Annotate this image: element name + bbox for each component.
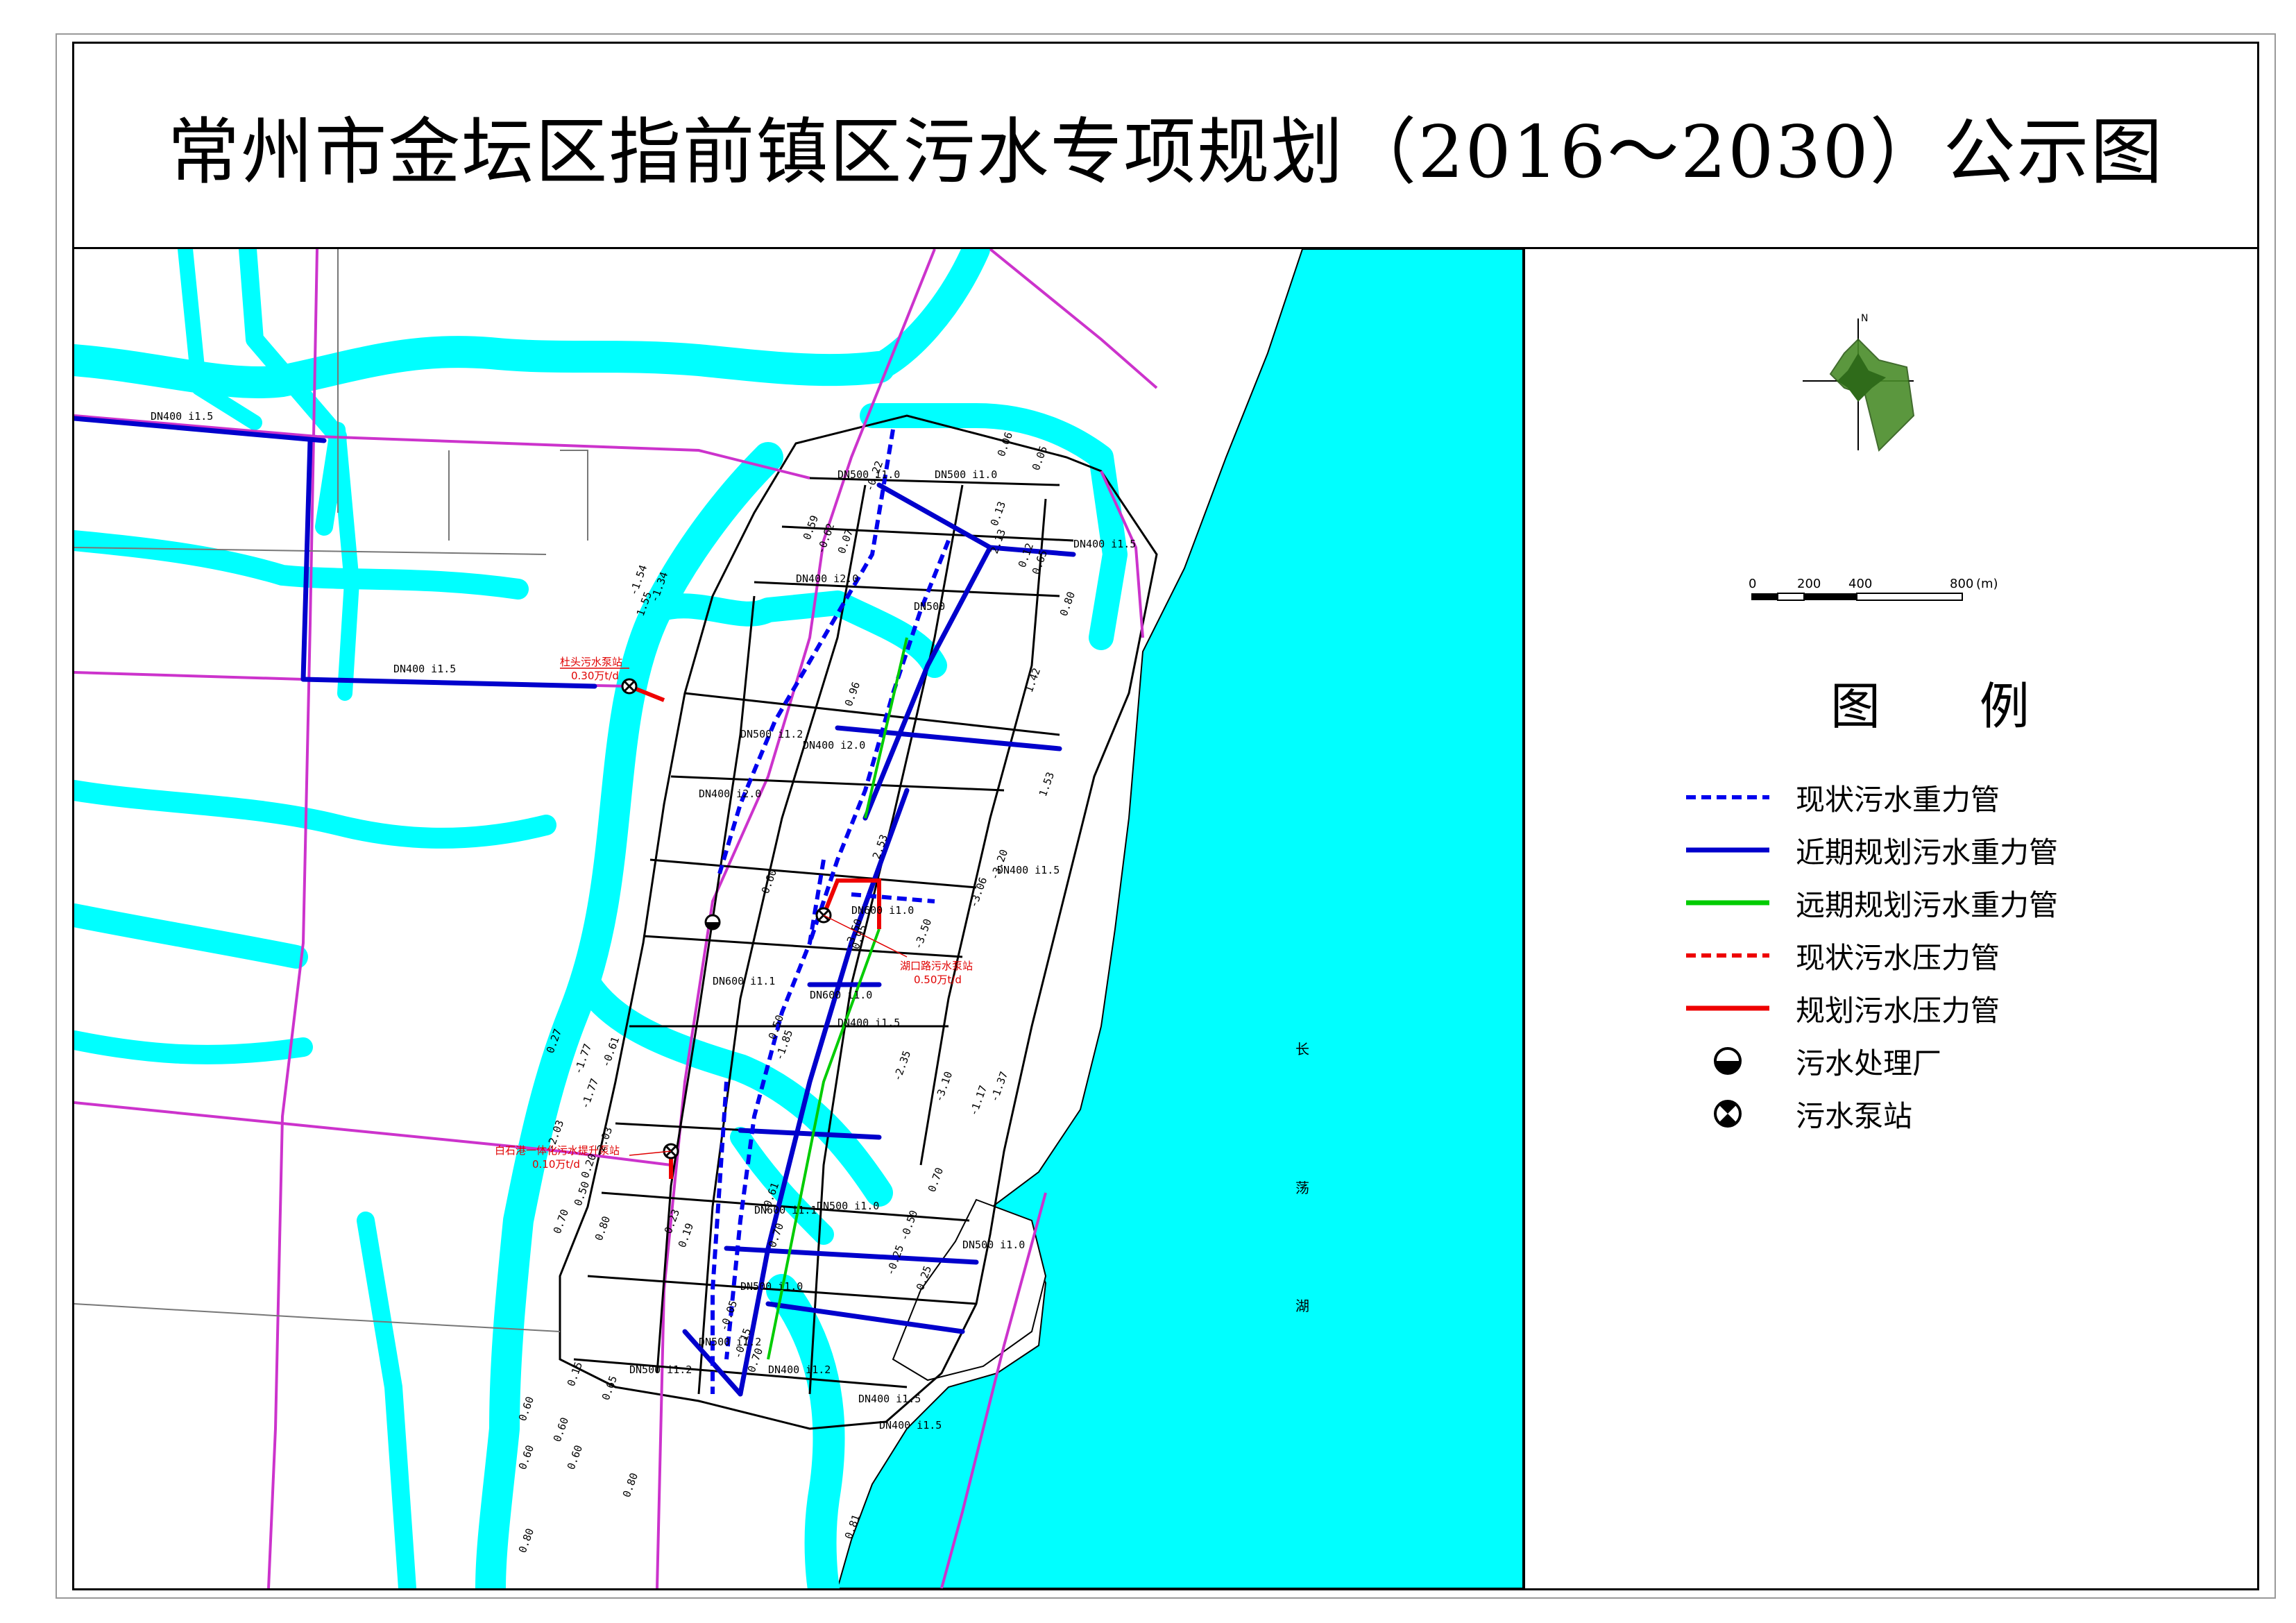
svg-text:DN500 i1.0: DN500 i1.0 [740, 1280, 803, 1293]
legend-label: 规划污水压力管 [1796, 993, 2000, 1028]
svg-text:湖: 湖 [1295, 1298, 1309, 1314]
svg-text:DN400 i1.5: DN400 i1.5 [879, 1419, 942, 1431]
map-area[interactable]: 杜头污水泵站 0.30万t/d 湖口路污水泵站 0.50万t/d 白石港一体化污… [74, 249, 1523, 1588]
svg-text:200: 200 [1797, 577, 1821, 591]
elevation-label: -0.62 [815, 522, 837, 556]
elevation-label: -0.50 [898, 1209, 920, 1243]
green-solid-line-icon [1686, 900, 1769, 906]
red-solid-line-icon [1686, 1005, 1769, 1011]
svg-text:N: N [1861, 313, 1868, 324]
elevation-label: 0.19 [676, 1221, 696, 1249]
elevation-label: 0.60 [516, 1443, 536, 1471]
svg-text:DN500 i1.0: DN500 i1.0 [962, 1239, 1025, 1251]
pump-station-dutou[interactable] [621, 678, 638, 695]
elevation-label: 0.80 [1057, 590, 1078, 618]
svg-text:DN500 i1.2: DN500 i1.2 [699, 1336, 761, 1348]
elevation-label: 1.42 [1023, 666, 1043, 694]
svg-text:DN400 i2.0: DN400 i2.0 [803, 739, 865, 751]
svg-text:DN500 i1.0: DN500 i1.0 [817, 1200, 879, 1212]
blue-solid-line-icon [1686, 847, 1769, 853]
treatment-plant-icon [1714, 1047, 1742, 1075]
svg-text:长: 长 [1295, 1041, 1309, 1057]
elevation-label: 0.13 [988, 500, 1008, 527]
legend-item-pump-station: 污水泵站 [1686, 1093, 1912, 1135]
map-canvas[interactable]: 杜头污水泵站 0.30万t/d 湖口路污水泵站 0.50万t/d 白石港一体化污… [74, 249, 1523, 1588]
legend-label: 污水泵站 [1796, 1098, 1913, 1133]
svg-text:DN400 i1.5: DN400 i1.5 [151, 410, 213, 423]
elevation-label: 0.70 [766, 1221, 786, 1249]
legend-item-near-gravity: 近期规划污水重力管 [1686, 829, 2058, 871]
elevation-label: 0.80 [620, 1471, 640, 1499]
svg-text:0.30万t/d: 0.30万t/d [571, 670, 619, 682]
svg-text:DN400 i1.5: DN400 i1.5 [997, 864, 1060, 876]
svg-text:DN500 i1.2: DN500 i1.2 [740, 728, 803, 740]
svg-text:DN600 i1.0: DN600 i1.0 [851, 904, 914, 917]
elevation-label: -1.77 [579, 1077, 601, 1111]
svg-text:DN600 i1.0: DN600 i1.0 [810, 989, 872, 1001]
svg-text:DN600 i1.1: DN600 i1.1 [713, 975, 775, 987]
elevation-label: -2.35 [891, 1049, 913, 1083]
station-label-hukou: 湖口路污水泵站 0.50万t/d [823, 915, 973, 986]
svg-text:DN400 i1.5: DN400 i1.5 [1073, 538, 1136, 550]
svg-text:DN500 i1.2: DN500 i1.2 [629, 1363, 692, 1376]
elevation-label: 0.96 [842, 680, 862, 708]
legend-item-far-gravity: 远期规划污水重力管 [1686, 882, 2058, 924]
svg-text:400: 400 [1848, 577, 1872, 591]
svg-text:DN400 i1.2: DN400 i1.2 [768, 1363, 831, 1376]
svg-text:DN400 i2.0: DN400 i2.0 [699, 788, 761, 800]
elevation-label: -3.50 [912, 917, 934, 951]
elevation-label: 0.60 [759, 867, 779, 895]
legend-label: 现状污水压力管 [1796, 940, 2000, 975]
svg-text:0: 0 [1749, 577, 1756, 591]
blue-dashed-line-icon [1686, 795, 1769, 799]
svg-text:0.50万t/d: 0.50万t/d [914, 974, 962, 986]
svg-text:DN400 i2.0: DN400 i2.0 [796, 572, 858, 585]
legend-item-planned-pressure: 规划污水压力管 [1686, 987, 2000, 1029]
elevation-label: 1.53 [1037, 770, 1057, 798]
pressure-pipes [628, 684, 881, 1179]
legend-label: 污水处理厂 [1796, 1046, 1942, 1080]
svg-text:荡: 荡 [1295, 1180, 1309, 1196]
legend-panel: N 0 200 400 800 (m) 图 例 现状污水重力管 近期规划污水重力… [1523, 249, 2257, 1588]
svg-text:(m): (m) [1976, 577, 1998, 591]
title-band: 常州市金坛区指前镇区污水专项规划（2016～2030）公示图 [74, 44, 2257, 249]
svg-text:DN500: DN500 [914, 600, 945, 613]
map-title: 常州市金坛区指前镇区污水专项规划（2016～2030）公示图 [167, 110, 2164, 194]
svg-text:DN400 i1.5: DN400 i1.5 [858, 1393, 921, 1405]
elevation-label: 0.70 [551, 1207, 571, 1235]
drawing-frame: 常州市金坛区指前镇区污水专项规划（2016～2030）公示图 杜头污水泵站 0.… [72, 42, 2259, 1590]
red-dashed-line-icon [1686, 953, 1769, 958]
scale-bar: 0 200 400 800 (m) [1749, 577, 1998, 601]
treatment-plant[interactable] [704, 914, 721, 931]
pump-station-icon [1714, 1100, 1742, 1128]
legend-label: 近期规划污水重力管 [1796, 835, 2059, 869]
elevation-label: 0.70 [926, 1166, 946, 1193]
svg-text:0.10万t/d: 0.10万t/d [532, 1158, 580, 1171]
elevation-label: 0.60 [551, 1416, 571, 1443]
svg-text:湖口路污水泵站: 湖口路污水泵站 [900, 960, 973, 972]
svg-text:DN400 i1.5: DN400 i1.5 [393, 663, 456, 675]
elevation-label: 0.80 [593, 1214, 613, 1242]
legend-item-existing-pressure: 现状污水压力管 [1686, 935, 2000, 976]
legend-title: 图 例 [1830, 677, 2071, 736]
svg-text:杜头污水泵站: 杜头污水泵站 [560, 656, 622, 668]
elevation-label: -3.06 [967, 876, 989, 910]
legend-item-existing-gravity: 现状污水重力管 [1686, 776, 2000, 818]
elevation-label: -1.17 [967, 1084, 989, 1118]
legend-item-treatment-plant: 污水处理厂 [1686, 1040, 1941, 1082]
svg-text:DN400 i1.5: DN400 i1.5 [837, 1017, 900, 1029]
elevation-label: 0.06 [995, 430, 1015, 458]
elevation-label: 0.80 [516, 1527, 536, 1554]
north-compass-icon: N [1803, 313, 1915, 452]
legend-label: 远期规划污水重力管 [1796, 887, 2059, 922]
svg-text:800: 800 [1950, 577, 1973, 591]
elevation-label: -0.05 [717, 1299, 740, 1333]
elevation-label: 0.23 [662, 1207, 682, 1235]
elevation-label: 0.60 [565, 1443, 585, 1471]
elevation-label: -1.37 [988, 1070, 1010, 1104]
elevation-label: 2.13 [988, 527, 1008, 555]
legend-label: 现状污水重力管 [1796, 782, 2000, 817]
svg-text:DN500 i1.0: DN500 i1.0 [935, 468, 997, 481]
lake-water [836, 249, 1523, 1588]
